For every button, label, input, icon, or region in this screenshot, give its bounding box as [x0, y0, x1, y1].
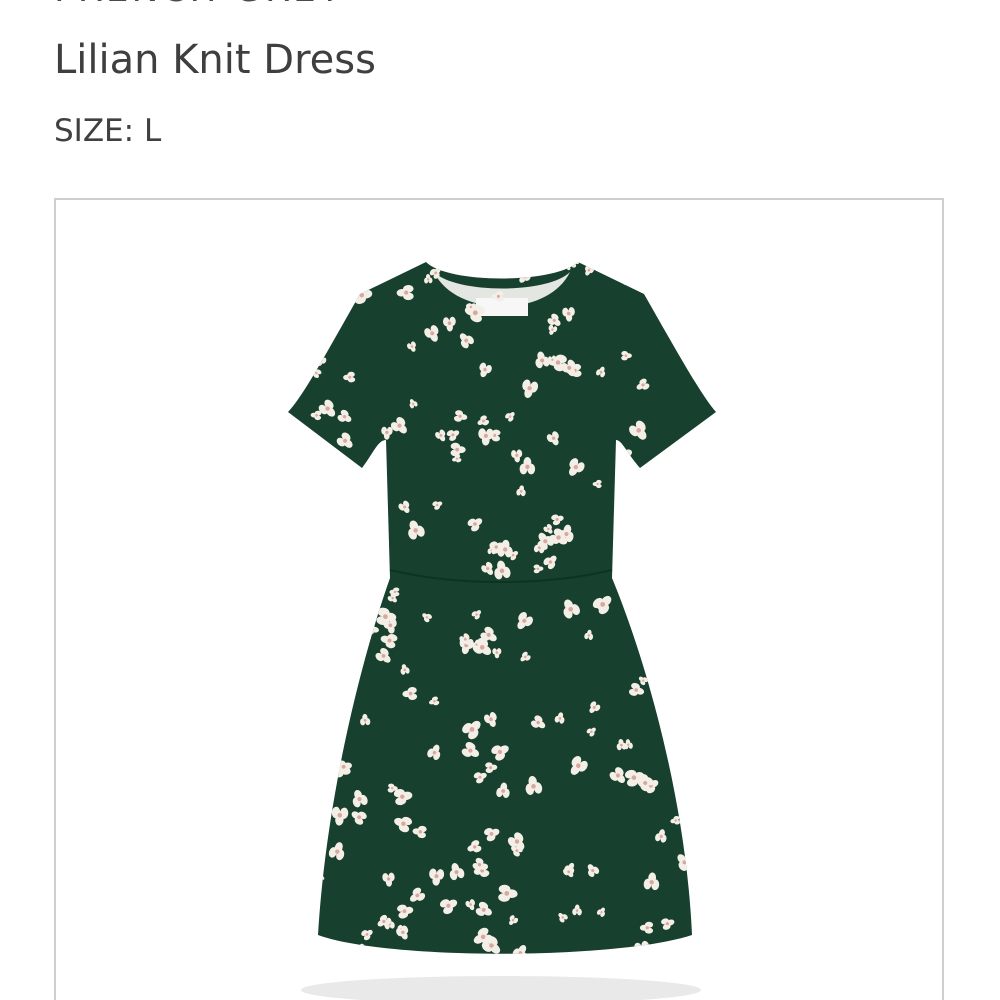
flower-motif	[652, 542, 665, 557]
flower-motif	[700, 942, 713, 954]
flower-motif	[354, 281, 364, 291]
flower-motif	[288, 938, 295, 954]
flower-motif	[698, 510, 716, 526]
flower-motif	[687, 463, 704, 482]
flower-motif	[408, 954, 418, 963]
flower-motif	[347, 673, 359, 683]
flower-motif	[288, 490, 301, 506]
flower-motif	[626, 543, 636, 554]
flower-motif	[695, 309, 714, 325]
flower-motif	[689, 481, 703, 494]
flower-motif	[321, 569, 340, 584]
dress-image	[288, 262, 716, 1000]
flower-motif	[289, 359, 305, 377]
flower-motif	[299, 540, 315, 557]
flower-motif	[308, 503, 320, 516]
product-title: Lilian Knit Dress	[54, 37, 376, 83]
flower-motif	[350, 262, 368, 271]
flower-motif	[330, 471, 345, 485]
flower-motif	[288, 426, 297, 438]
flower-motif	[294, 801, 314, 820]
flower-motif	[662, 496, 674, 508]
flower-motif	[690, 784, 700, 795]
flower-motif	[660, 679, 670, 690]
flower-motif	[334, 262, 351, 278]
flower-motif	[692, 810, 710, 830]
flower-motif	[674, 683, 690, 702]
flower-motif	[646, 278, 657, 287]
flower-motif	[328, 561, 346, 582]
flower-motif	[645, 604, 664, 621]
product-image-frame[interactable]	[54, 198, 944, 1000]
flower-motif	[329, 484, 340, 494]
product-size: SIZE: L	[54, 113, 162, 149]
flower-motif	[302, 512, 316, 525]
flower-motif	[665, 652, 675, 663]
flower-motif	[702, 551, 716, 569]
flower-motif	[317, 771, 333, 790]
flower-motif	[302, 500, 315, 513]
flower-motif	[674, 533, 693, 550]
flower-motif	[377, 499, 388, 511]
flower-motif	[288, 594, 294, 608]
flower-motif	[694, 615, 704, 625]
dress-body	[288, 262, 716, 963]
flower-motif	[458, 262, 472, 276]
flower-motif	[292, 645, 307, 663]
flower-motif	[325, 601, 338, 615]
flower-motif	[288, 656, 297, 674]
flower-motif	[663, 723, 675, 737]
brand-name: FRENCH GREY	[54, 0, 344, 10]
flower-motif	[689, 262, 701, 268]
flower-motif	[650, 652, 662, 665]
flower-motif	[700, 379, 711, 389]
flower-motif	[302, 433, 318, 447]
flower-motif	[694, 679, 706, 693]
flower-motif	[288, 469, 303, 483]
flower-motif	[696, 879, 707, 892]
flower-motif	[290, 493, 305, 509]
flower-motif	[361, 469, 371, 478]
flower-motif	[702, 262, 713, 269]
flower-motif	[661, 579, 676, 591]
flower-motif	[341, 660, 357, 674]
flower-motif	[371, 526, 386, 543]
flower-motif	[353, 943, 366, 954]
flower-motif	[659, 285, 674, 302]
